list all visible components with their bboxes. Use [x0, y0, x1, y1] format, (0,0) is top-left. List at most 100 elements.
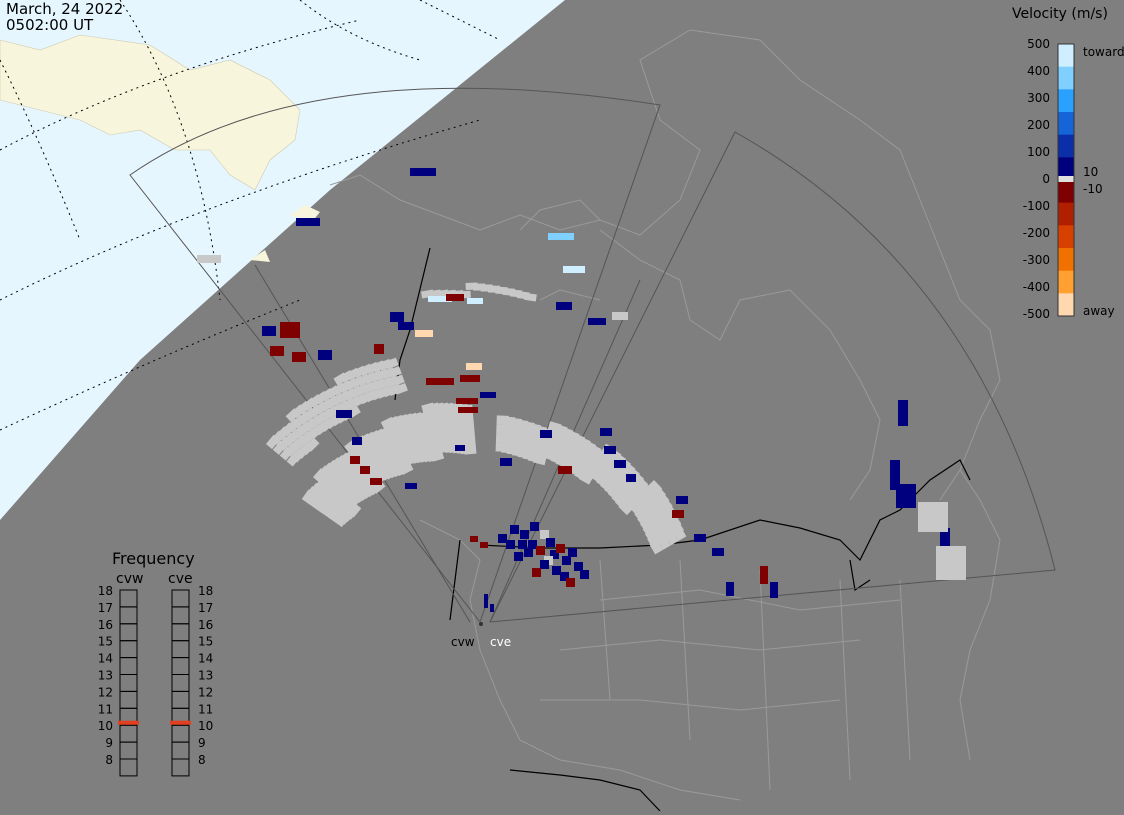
frequency-level-label: 17: [98, 601, 113, 615]
scatter-cell: [536, 546, 545, 555]
frequency-cell: [171, 674, 190, 692]
scatter-cell: [600, 428, 612, 436]
velocity-tick-label: 500: [1027, 37, 1050, 51]
scatter-cell: [552, 566, 561, 575]
frequency-level-label: 15: [198, 635, 213, 649]
scatter-cell: [694, 534, 706, 542]
velocity-tick-label: -400: [1023, 280, 1050, 294]
scatter-cell: [480, 542, 488, 548]
away-label: away: [1083, 304, 1115, 318]
frequency-level-label: 9: [198, 736, 206, 750]
scatter-cell: [574, 562, 583, 571]
map-canvas: cvw cve 500 400 300 200 100 0 -100 -200 -300 -400…: [0, 0, 1124, 812]
scatter-cell: [548, 233, 574, 240]
scatter-cell: [490, 604, 494, 612]
scatter-cell: [518, 540, 527, 549]
frequency-cell: [119, 724, 138, 743]
frequency-cell: [171, 690, 190, 709]
scatter-cell: [918, 502, 948, 532]
scatter-cell: [465, 282, 478, 291]
colorbar-segment: [1058, 293, 1074, 317]
frequency-cell: [171, 657, 190, 675]
scatter-cell: [562, 556, 571, 565]
scatter-cell: [568, 548, 577, 557]
scatter-cell: [896, 484, 916, 508]
scatter-cell: [558, 466, 572, 474]
frequency-cell: [119, 674, 138, 692]
scatter-cell: [556, 302, 572, 310]
scatter-cell: [484, 594, 488, 608]
scatter-cell: [540, 530, 549, 539]
scatter-cell: [556, 544, 565, 553]
frequency-level-label: 10: [98, 719, 113, 733]
scatter-cell: [510, 525, 519, 534]
frequency-active-marker: [170, 720, 191, 725]
colorbar-zero-band: [1058, 176, 1074, 182]
colorbar-segment: [1058, 112, 1074, 136]
velocity-tick-label: -500: [1023, 307, 1050, 321]
frequency-level-label: 10: [198, 719, 213, 733]
scatter-cell: [197, 255, 221, 263]
scatter-data: [197, 168, 966, 612]
velocity-tick-label: 300: [1027, 91, 1050, 105]
frequency-level-label: 9: [105, 736, 113, 750]
scatter-cell: [495, 442, 508, 452]
frequency-active-marker: [118, 720, 139, 725]
velocity-tick-label: 100: [1027, 145, 1050, 159]
scatter-cell: [352, 437, 362, 445]
scatter-cell: [350, 456, 360, 464]
scatter-cell: [604, 446, 616, 454]
scatter-cell: [612, 312, 628, 320]
scatter-cell: [415, 330, 433, 337]
colorbar-segment: [1058, 248, 1074, 272]
velocity-tick-label: 0: [1042, 172, 1050, 186]
velocity-tick-label: -200: [1023, 226, 1050, 240]
date-label: March, 24 2022: [6, 0, 124, 18]
scatter-cell: [280, 322, 300, 338]
velocity-colorbar: [1057, 43, 1075, 317]
velocity-tick-label: 400: [1027, 64, 1050, 78]
scatter-cell: [540, 430, 552, 438]
scatter-cell: [336, 410, 352, 418]
frequency-cell: [171, 758, 190, 777]
frequency-title: Frequency: [112, 549, 195, 568]
scatter-cell: [270, 346, 284, 356]
radar-map: cvw cve 500 400 300 200 100 0 -100 -200 -300 -400…: [0, 0, 1124, 812]
frequency-radar-label: cve: [168, 571, 193, 587]
scatter-cell: [588, 318, 606, 325]
scatter-cell: [672, 510, 684, 518]
scatter-cell: [398, 322, 414, 330]
radar-site-label-cve: cve: [490, 635, 511, 649]
colorbar-segment: [1058, 225, 1074, 249]
frequency-level-label: 16: [98, 618, 113, 632]
frequency-panels: cvw18171615141312111098cve18171615141312…: [98, 571, 213, 777]
scatter-cell: [520, 530, 529, 539]
frequency-cell: [119, 606, 138, 625]
velocity-tick-label: 10: [1083, 165, 1098, 179]
scatter-cell: [390, 312, 404, 322]
scatter-cell: [530, 522, 539, 531]
scatter-cell: [466, 363, 482, 370]
radar-site-marker: [479, 622, 483, 626]
scatter-cell: [496, 424, 509, 434]
frequency-cell: [171, 741, 190, 760]
frequency-cell: [119, 657, 138, 675]
scatter-cell: [566, 578, 575, 587]
scatter-cell: [626, 474, 636, 482]
frequency-level-label: 13: [98, 669, 113, 683]
velocity-scale-title: Velocity (m/s): [1012, 6, 1108, 22]
scatter-cell: [532, 568, 541, 577]
scatter-cell: [936, 546, 966, 580]
frequency-level-label: 11: [98, 702, 113, 716]
scatter-cell: [898, 400, 908, 426]
frequency-level-label: 8: [198, 753, 206, 767]
scatter-cell: [498, 534, 507, 543]
colorbar-segment: [1058, 270, 1074, 294]
frequency-cell: [171, 640, 190, 659]
toward-label: toward: [1083, 45, 1124, 59]
frequency-level-label: 18: [198, 584, 213, 598]
scatter-cell: [496, 415, 509, 425]
scatter-cell: [292, 352, 306, 362]
scatter-cell: [262, 326, 276, 336]
frequency-cell: [171, 623, 190, 642]
